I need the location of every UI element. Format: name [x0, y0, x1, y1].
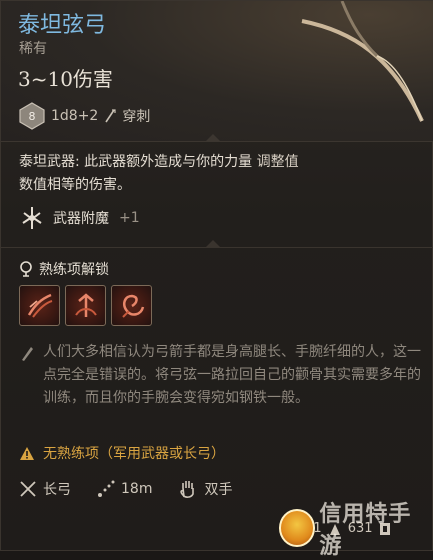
svg-text:8: 8	[29, 110, 36, 123]
volley-attack-icon	[74, 292, 97, 317]
item-damage: 3~10伤害	[18, 67, 113, 91]
modifier-link[interactable]: 调整值	[257, 154, 299, 170]
handedness: 双手	[204, 482, 233, 498]
item-tooltip: 泰坦弦弓 稀有 3~10伤害 8 1d8+2 穿刺 泰坦武器: 此武器额外造成与…	[0, 0, 433, 559]
item-rarity: 稀有	[19, 41, 47, 57]
action-icon-3[interactable]	[111, 285, 152, 326]
damage-formula: 1d8+2	[51, 108, 99, 124]
section-divider	[1, 247, 433, 248]
watermark-logo-icon	[279, 509, 316, 547]
range-icon	[98, 480, 115, 497]
watermark-text: 信用特手游	[319, 501, 412, 559]
warning-text: 无熟练项（军用武器或长弓）	[43, 446, 225, 462]
site-watermark: 信用特手游	[279, 501, 429, 559]
piercing-icon	[105, 109, 116, 123]
proficiency-title: 熟练项解锁	[39, 262, 109, 278]
hand-icon	[180, 481, 195, 498]
d8-dice-icon: 8	[19, 102, 45, 130]
divider-notch-2	[206, 240, 220, 247]
description-text-2: 数值相等的伤害。	[19, 177, 131, 193]
item-title: 泰坦弦弓	[18, 13, 107, 38]
damage-type: 穿刺	[122, 109, 151, 125]
proficiency-icon	[20, 261, 32, 277]
bow-artwork	[301, 1, 424, 122]
slash-attack-icon	[27, 293, 52, 318]
enchant-icon	[22, 207, 42, 229]
divider-notch	[206, 134, 220, 141]
lore-text: 人们大多相信认为弓箭手都是身高腿长、手腕纤细的人，这一点完全是错误的。将弓弦一路…	[43, 344, 421, 406]
quill-icon	[22, 347, 33, 361]
weapon-properties: 长弓 18m 双手	[19, 479, 232, 499]
description-text: 泰坦武器: 此武器额外造成与你的力量	[19, 154, 253, 170]
longbow-icon	[20, 481, 36, 497]
enchant-value: +1	[119, 210, 140, 226]
action-icon-1[interactable]	[19, 285, 60, 326]
damage-dice-row: 8 1d8+2 穿刺	[19, 101, 150, 131]
enchant-row: 武器附魔 +1	[19, 205, 140, 231]
action-icon-2[interactable]	[65, 285, 106, 326]
spiral-attack-icon	[121, 294, 144, 318]
header-divider	[1, 141, 433, 142]
proficiency-heading: 熟练项解锁	[19, 259, 109, 279]
proficiency-actions	[19, 285, 152, 326]
weapon-range: 18m	[121, 481, 153, 497]
lore-section: 人们大多相信认为弓箭手都是身高腿长、手腕纤细的人，这一点完全是错误的。将弓弦一路…	[19, 341, 424, 410]
warning-icon	[20, 446, 34, 460]
weapon-type: 长弓	[43, 482, 71, 498]
enchant-label: 武器附魔	[53, 211, 109, 227]
weapon-description: 泰坦武器: 此武器额外造成与你的力量 调整值 数值相等的伤害。	[19, 151, 419, 197]
proficiency-warning: 无熟练项（军用武器或长弓）	[19, 443, 225, 463]
